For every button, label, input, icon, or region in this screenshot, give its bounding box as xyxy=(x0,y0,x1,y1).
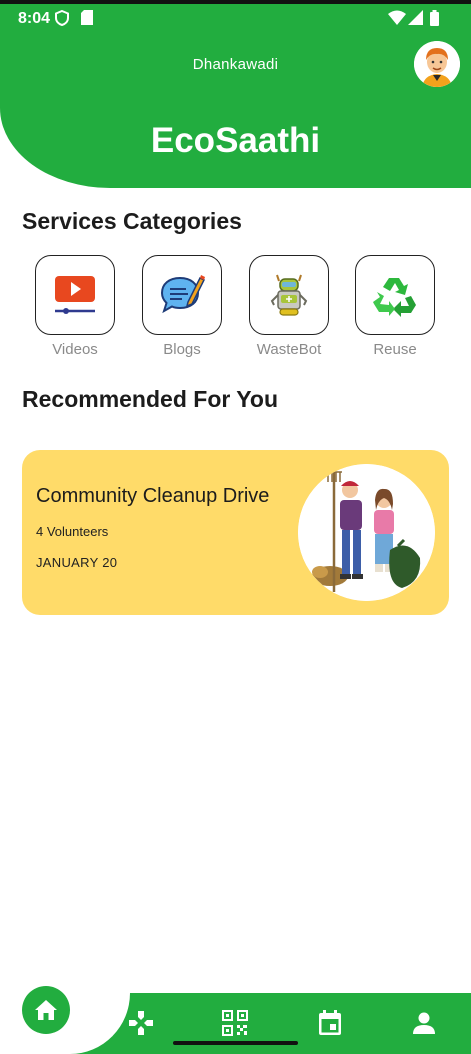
robot-icon xyxy=(270,274,308,316)
status-bar: 8:04 xyxy=(0,4,471,30)
calendar-icon xyxy=(319,1010,341,1035)
avatar[interactable] xyxy=(414,41,460,87)
profile-icon xyxy=(413,1012,435,1034)
wifi-icon xyxy=(388,10,406,30)
event-card[interactable]: Community Cleanup Drive 4 Volunteers JAN… xyxy=(22,450,449,615)
cleanup-volunteers-illustration xyxy=(298,464,435,601)
category-wastebot[interactable]: WasteBot xyxy=(249,255,329,358)
event-date: JANUARY 20 xyxy=(36,555,118,570)
status-time: 8:04 xyxy=(18,10,51,27)
location-label[interactable]: Dhankawadi xyxy=(0,56,471,73)
home-icon xyxy=(35,1000,57,1020)
category-label: WasteBot xyxy=(256,341,322,358)
category-label: Videos xyxy=(52,341,98,358)
recycle-icon xyxy=(373,278,416,317)
category-reuse[interactable]: Reuse xyxy=(355,255,435,358)
category-videos-box[interactable] xyxy=(35,255,115,335)
event-title: Community Cleanup Drive xyxy=(36,485,270,507)
nav-events[interactable] xyxy=(315,1008,345,1038)
nav-scan[interactable] xyxy=(220,1008,250,1038)
recommended-title: Recommended For You xyxy=(22,386,279,412)
category-label: Reuse xyxy=(373,341,417,358)
app-title: EcoSaathi xyxy=(150,121,321,160)
nav-profile[interactable] xyxy=(409,1008,439,1038)
gesture-bar[interactable] xyxy=(173,1041,298,1045)
category-blogs-box[interactable] xyxy=(142,255,222,335)
event-volunteers: 4 Volunteers xyxy=(36,524,109,539)
services-title: Services Categories xyxy=(22,208,242,234)
event-image xyxy=(298,464,435,601)
qr-code-icon xyxy=(222,1010,248,1036)
battery-icon xyxy=(430,10,439,31)
user-avatar-icon xyxy=(414,41,460,87)
sim-card-icon xyxy=(81,10,93,30)
nav-games[interactable] xyxy=(126,1008,156,1038)
signal-icon xyxy=(408,10,423,30)
category-blogs[interactable]: Blogs xyxy=(142,255,222,358)
category-label: Blogs xyxy=(163,341,201,358)
category-videos[interactable]: Videos xyxy=(35,255,115,358)
gamepad-icon xyxy=(129,1011,153,1035)
category-reuse-box[interactable] xyxy=(355,255,435,335)
blog-chat-icon xyxy=(160,275,206,314)
category-wastebot-box[interactable] xyxy=(249,255,329,335)
shield-icon xyxy=(55,9,69,31)
video-play-icon xyxy=(55,276,95,314)
home-button[interactable] xyxy=(22,986,70,1034)
